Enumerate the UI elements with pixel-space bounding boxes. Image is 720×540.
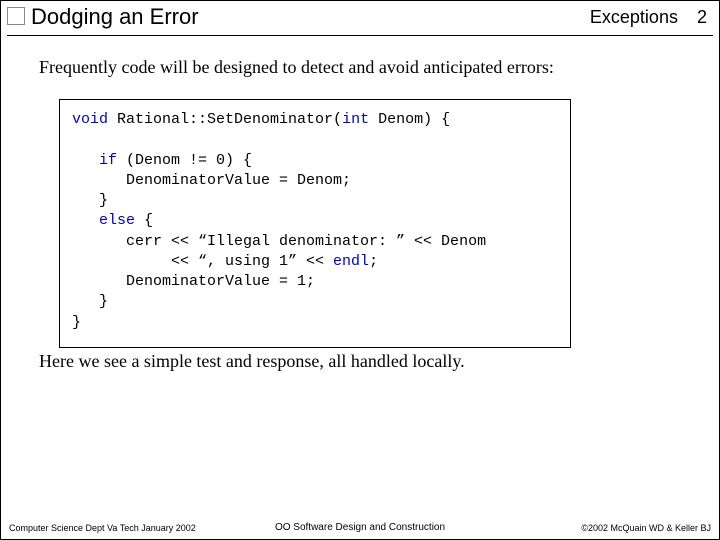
code-box: void Rational::SetDenominator(int Denom)… xyxy=(59,99,571,348)
outro-text: Here we see a simple test and response, … xyxy=(39,351,465,372)
code-text: cerr << “Illegal denominator: ” << Denom xyxy=(72,233,486,250)
slide: Dodging an Error Exceptions 2 Frequently… xyxy=(0,0,720,540)
code-text: (Denom != 0) { xyxy=(117,152,252,169)
code-listing: void Rational::SetDenominator(int Denom)… xyxy=(72,110,558,333)
page-number: 2 xyxy=(697,7,707,27)
topic-label: Exceptions xyxy=(590,7,678,27)
code-kw-endl: endl xyxy=(333,253,369,270)
code-text: { xyxy=(135,212,153,229)
code-kw-else: else xyxy=(72,212,135,229)
code-text: } xyxy=(72,192,108,209)
code-kw-if: if xyxy=(72,152,117,169)
code-text: Rational::SetDenominator( xyxy=(108,111,342,128)
code-text: << “, using 1” << xyxy=(72,253,333,270)
code-text: } xyxy=(72,314,81,331)
code-text: ; xyxy=(369,253,378,270)
code-kw-int: int xyxy=(342,111,369,128)
code-text: Denom) { xyxy=(369,111,450,128)
footer-right: ©2002 McQuain WD & Keller BJ xyxy=(581,523,711,533)
intro-text: Frequently code will be designed to dete… xyxy=(39,57,554,78)
header-right: Exceptions 2 xyxy=(590,7,707,28)
divider xyxy=(7,35,713,36)
code-kw-void: void xyxy=(72,111,108,128)
code-text: } xyxy=(72,293,108,310)
code-text: DenominatorValue = 1; xyxy=(72,273,315,290)
header-bullet-icon xyxy=(7,7,25,25)
slide-title: Dodging an Error xyxy=(31,4,199,30)
code-text: DenominatorValue = Denom; xyxy=(72,172,351,189)
